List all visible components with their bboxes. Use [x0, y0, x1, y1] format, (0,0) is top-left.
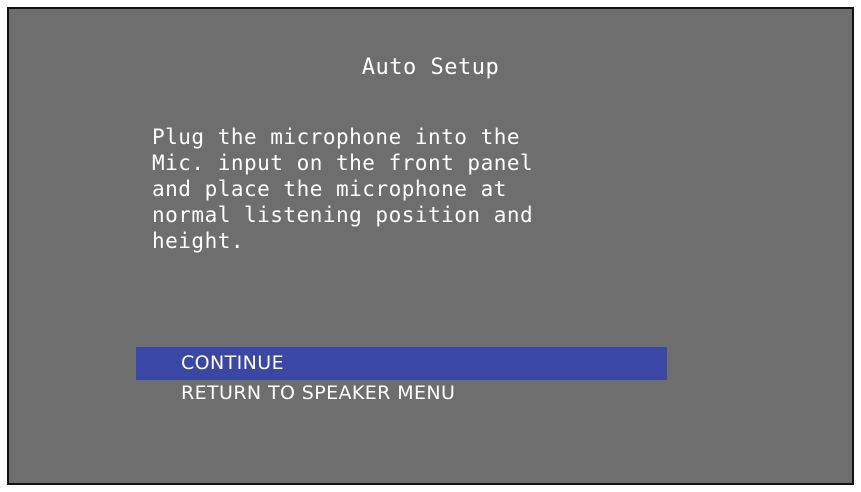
instructions-text: Plug the microphone into the Mic. input …: [152, 125, 534, 253]
continue-menu-item[interactable]: CONTINUE: [136, 347, 667, 380]
page-title: Auto Setup: [361, 55, 500, 80]
return-to-speaker-menu-item[interactable]: RETURN TO SPEAKER MENU: [136, 377, 667, 410]
auto-setup-screen: Auto Setup Plug the microphone into the …: [7, 7, 854, 485]
setup-menu: CONTINUE RETURN TO SPEAKER MENU: [136, 347, 667, 410]
